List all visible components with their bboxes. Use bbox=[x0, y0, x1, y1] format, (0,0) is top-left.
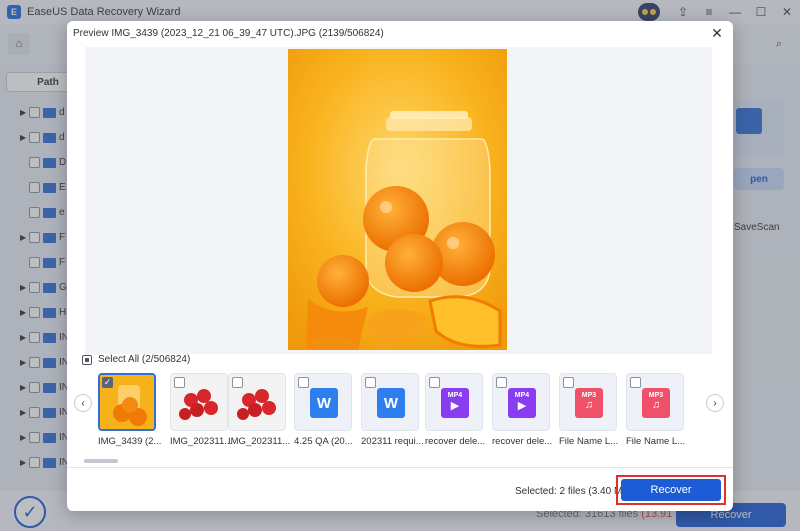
thumbnail-name: IMG_3439 (2... bbox=[98, 436, 162, 447]
thumbnail-name: File Name L... bbox=[626, 436, 686, 447]
thumbnail-item[interactable]: MP3 ♫ File Name L... bbox=[626, 373, 685, 453]
thumbnail-item[interactable]: ✓ IMG_3439 (2... bbox=[98, 373, 161, 453]
dialog-title: Preview IMG_3439 (2023_12_21 06_39_47 UT… bbox=[73, 28, 384, 39]
thumbnail-item[interactable]: MP4 ▶ recover dele... bbox=[425, 373, 485, 453]
mp3-audio-icon: MP3 ♫ bbox=[642, 388, 670, 418]
thumbnail-item[interactable]: MP4 ▶ recover dele... bbox=[492, 373, 552, 453]
thumbnail-item[interactable]: W 202311 requi... bbox=[361, 373, 424, 453]
preview-image bbox=[288, 49, 507, 350]
thumbnail-checkbox[interactable] bbox=[298, 377, 309, 388]
next-arrow-icon[interactable]: › bbox=[706, 394, 724, 412]
thumbnail-checkbox[interactable] bbox=[429, 377, 440, 388]
mp4-video-icon: MP4 ▶ bbox=[441, 388, 469, 418]
thumbnail-strip: ✓ IMG_3439 (2... IMG_202311... IMG_202311..… bbox=[98, 373, 698, 453]
mp4-video-icon: MP4 ▶ bbox=[508, 388, 536, 418]
select-all-checkbox[interactable] bbox=[82, 354, 92, 365]
mp3-audio-icon: MP3 ♫ bbox=[575, 388, 603, 418]
thumbnail-item[interactable]: IMG_202311... bbox=[170, 373, 232, 453]
select-all-label: Select All (2/506824) bbox=[98, 354, 191, 365]
thumbnail-item[interactable]: IMG_202311... bbox=[228, 373, 290, 453]
thumbnail-name: recover dele... bbox=[425, 436, 486, 447]
preview-area bbox=[85, 47, 712, 354]
thumbnail-checkbox[interactable] bbox=[365, 377, 376, 388]
word-doc-icon: W bbox=[377, 388, 405, 418]
select-all[interactable]: Select All (2/506824) bbox=[82, 354, 190, 365]
thumbnail-checkbox[interactable] bbox=[496, 377, 507, 388]
thumbnail-name: IMG_202311... bbox=[228, 436, 291, 447]
dialog-footer: Selected: 2 files (3.40 MB) Recover bbox=[67, 467, 733, 511]
thumbnail-checkbox[interactable]: ✓ bbox=[102, 377, 113, 388]
recover-button-highlight: Recover bbox=[616, 475, 726, 505]
thumbnail-name: IMG_202311... bbox=[170, 436, 233, 447]
thumbnail-checkbox[interactable] bbox=[174, 377, 185, 388]
thumbnail-item[interactable]: MP3 ♫ File Name L... bbox=[559, 373, 618, 453]
thumbnail-name: 202311 requi... bbox=[361, 436, 424, 447]
oranges-photo bbox=[288, 49, 507, 350]
thumbnail-name: File Name L... bbox=[559, 436, 619, 447]
thumbnail-scrollbar[interactable] bbox=[84, 459, 118, 463]
previous-arrow-icon[interactable]: ‹ bbox=[74, 394, 92, 412]
thumbnail-name: recover dele... bbox=[492, 436, 553, 447]
thumbnail-item[interactable]: W 4.25 QA (20... bbox=[294, 373, 353, 453]
close-icon[interactable]: ✕ bbox=[709, 25, 725, 41]
thumbnail-checkbox[interactable] bbox=[232, 377, 243, 388]
thumbnail-checkbox[interactable] bbox=[630, 377, 641, 388]
thumbnail-name: 4.25 QA (20... bbox=[294, 436, 353, 447]
thumbnail-checkbox[interactable] bbox=[563, 377, 574, 388]
preview-dialog: Preview IMG_3439 (2023_12_21 06_39_47 UT… bbox=[67, 21, 733, 511]
word-doc-icon: W bbox=[310, 388, 338, 418]
recover-button[interactable]: Recover bbox=[621, 479, 721, 501]
selected-status: Selected: 2 files (3.40 MB) bbox=[515, 486, 633, 497]
